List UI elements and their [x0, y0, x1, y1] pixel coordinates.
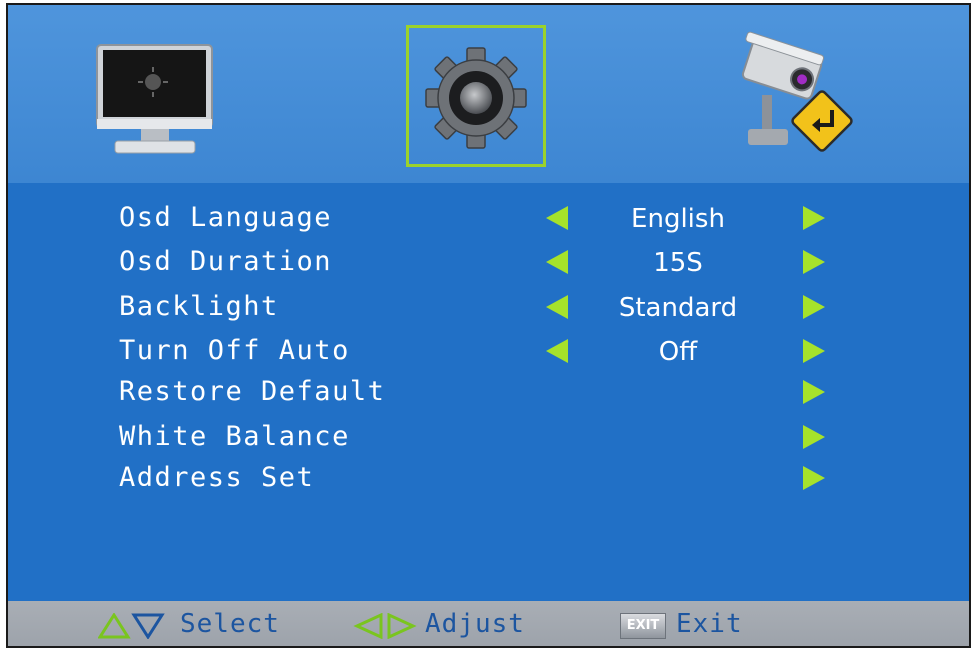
- left-arrow-icon[interactable]: [546, 295, 568, 319]
- menu-item-restore-default[interactable]: Restore Default: [8, 372, 969, 416]
- menu-item-label: Address Set: [119, 462, 315, 493]
- menu-item-osd-language[interactable]: Osd Language English: [8, 198, 969, 242]
- monitor-icon: [96, 44, 213, 154]
- category-tab-bar: [8, 5, 969, 183]
- tab-settings[interactable]: [406, 25, 546, 167]
- menu-item-white-balance[interactable]: White Balance: [8, 417, 969, 461]
- right-arrow-icon[interactable]: [803, 380, 825, 404]
- gear-icon: [425, 47, 527, 149]
- adjust-hint: Adjust: [425, 609, 525, 639]
- menu-item-value: 15S: [653, 248, 703, 278]
- menu-item-label: White Balance: [119, 421, 350, 452]
- tab-camera-config[interactable]: [728, 25, 868, 167]
- right-arrow-icon[interactable]: [803, 250, 825, 274]
- left-arrow-icon[interactable]: [546, 339, 568, 363]
- menu-item-label: Backlight: [119, 291, 279, 322]
- menu-item-label: Osd Duration: [119, 246, 333, 277]
- tab-display[interactable]: [93, 25, 233, 167]
- menu-item-backlight[interactable]: Backlight Standard: [8, 287, 969, 331]
- up-down-arrows-icon: [98, 613, 165, 639]
- right-arrow-icon[interactable]: [803, 425, 825, 449]
- right-arrow-icon[interactable]: [803, 295, 825, 319]
- osd-menu: Osd Language English Osd Duration 15S Ba…: [6, 3, 971, 648]
- menu-item-label: Turn Off Auto: [119, 335, 350, 366]
- menu-item-address-set[interactable]: Address Set: [8, 458, 969, 502]
- camera-return-icon: [741, 31, 853, 152]
- right-arrow-icon[interactable]: [803, 206, 825, 230]
- menu-item-value: Off: [658, 337, 698, 367]
- menu-item-turn-off-auto[interactable]: Turn Off Auto Off: [8, 331, 969, 375]
- left-arrow-icon[interactable]: [546, 250, 568, 274]
- hint-bar: Select Adjust EXIT Exit: [8, 601, 969, 646]
- left-arrow-icon[interactable]: [546, 206, 568, 230]
- exit-hint: Exit: [676, 609, 743, 639]
- right-arrow-icon[interactable]: [803, 466, 825, 490]
- left-right-arrows-icon: [353, 613, 417, 639]
- menu-item-osd-duration[interactable]: Osd Duration 15S: [8, 242, 969, 286]
- exit-key-icon: EXIT: [620, 613, 666, 639]
- menu-item-value: Standard: [618, 293, 738, 323]
- menu-item-label: Osd Language: [119, 202, 333, 233]
- right-arrow-icon[interactable]: [803, 339, 825, 363]
- menu-item-label: Restore Default: [119, 376, 386, 407]
- select-hint: Select: [180, 609, 280, 639]
- settings-menu: Osd Language English Osd Duration 15S Ba…: [8, 183, 969, 601]
- menu-item-value: English: [631, 204, 725, 234]
